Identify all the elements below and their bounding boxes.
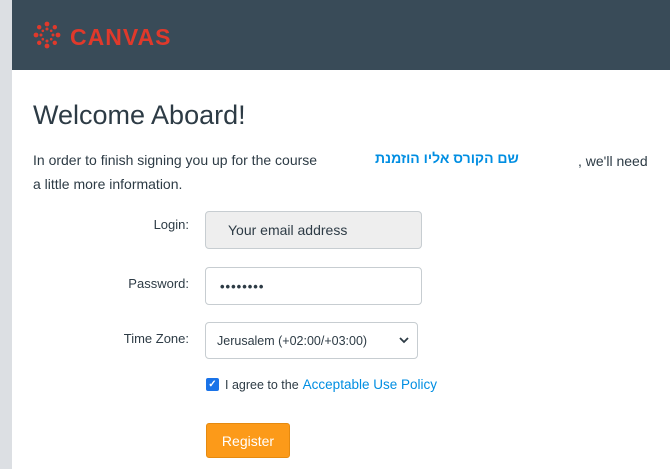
canvas-logo[interactable]: CANVAS [32, 20, 171, 55]
timezone-value: Jerusalem (+02:00/+03:00) [217, 333, 368, 348]
password-label: Password: [128, 276, 189, 291]
intro-suffix: , we'll need [578, 153, 648, 169]
agree-row: ✓ I agree to the Acceptable Use Policy [206, 377, 437, 392]
intro-text-line2: a little more information. [33, 176, 183, 192]
register-button[interactable]: Register [206, 423, 290, 458]
password-field[interactable]: •••••••• [205, 267, 422, 305]
main-content: Welcome Aboard! In order to finish signi… [12, 70, 670, 469]
agree-checkbox[interactable]: ✓ [206, 378, 219, 391]
checkmark-icon: ✓ [208, 378, 217, 390]
header-bar: CANVAS [12, 0, 670, 70]
canvas-logo-icon [32, 20, 62, 55]
login-field[interactable]: Your email address [205, 211, 422, 249]
login-label: Login: [153, 217, 189, 232]
acceptable-use-policy-link[interactable]: Acceptable Use Policy [303, 377, 437, 392]
left-edge [0, 0, 12, 469]
page-frame: CANVAS Welcome Aboard! In order to finis… [0, 0, 670, 469]
timezone-select[interactable]: Jerusalem (+02:00/+03:00) [205, 322, 418, 359]
chevron-down-icon [399, 335, 409, 347]
agree-text: I agree to the [225, 377, 299, 392]
page-title: Welcome Aboard! [33, 100, 246, 130]
course-name: שם הקורס אליו הוזמנת [375, 150, 519, 166]
timezone-label: Time Zone: [123, 331, 189, 346]
canvas-logo-text: CANVAS [70, 24, 172, 50]
intro-text: In order to finish signing you up for th… [33, 152, 318, 168]
